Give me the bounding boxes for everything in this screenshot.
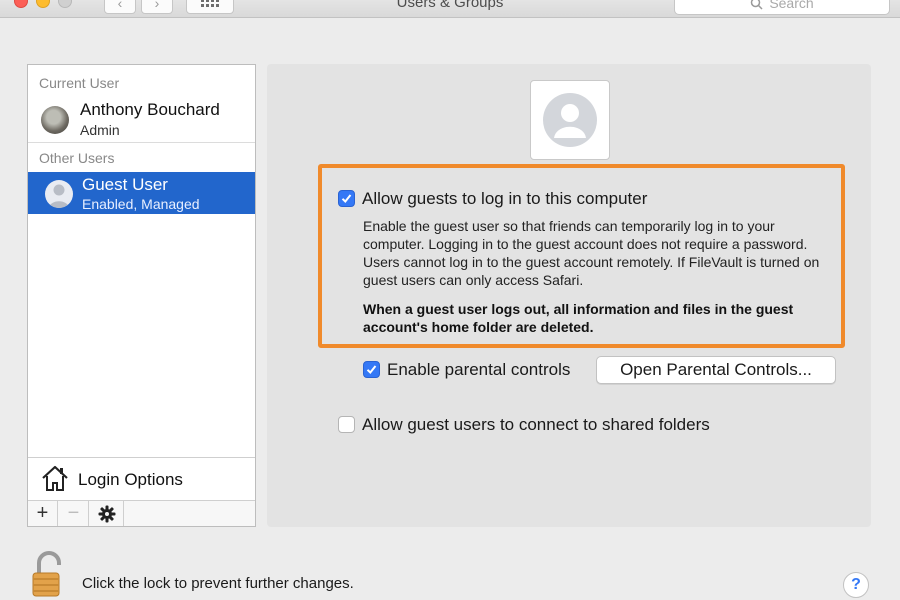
current-user-name: Anthony Bouchard (80, 100, 220, 119)
allow-guests-label[interactable]: Allow guests to log in to this computer (362, 189, 647, 209)
user-row-current[interactable]: Anthony Bouchard Admin (28, 97, 255, 143)
list-actions-bar: + − (28, 500, 255, 526)
user-row-guest[interactable]: Guest User Enabled, Managed (28, 172, 255, 214)
divider (28, 142, 255, 143)
current-user-heading: Current User (39, 75, 120, 91)
house-icon (42, 465, 68, 491)
current-user-role: Admin (80, 122, 120, 138)
window-toolbar: ‹ › Users & Groups Search (0, 0, 900, 18)
shared-folders-checkbox[interactable] (338, 416, 355, 433)
lock-icon[interactable] (31, 551, 71, 598)
guest-avatar-icon (45, 180, 73, 208)
question-mark-icon: ? (851, 576, 861, 593)
gear-icon (98, 505, 115, 522)
checkmark-icon (341, 194, 352, 203)
help-button[interactable]: ? (843, 572, 869, 598)
search-icon (751, 0, 763, 10)
other-users-heading: Other Users (39, 150, 115, 166)
minus-icon: − (67, 502, 80, 524)
search-field[interactable]: Search (674, 0, 890, 15)
guest-warning: When a guest user logs out, all informat… (363, 301, 794, 335)
checkmark-icon (366, 365, 377, 374)
guest-user-status: Enabled, Managed (82, 196, 200, 212)
guest-avatar-icon (543, 93, 597, 147)
guest-user-name: Guest User (82, 175, 168, 194)
guest-description: Enable the guest user so that friends ca… (363, 218, 820, 288)
open-parental-controls-button[interactable]: Open Parental Controls... (596, 356, 836, 384)
add-user-button[interactable]: + (28, 501, 58, 526)
remove-user-button[interactable]: − (59, 501, 89, 526)
lock-message: Click the lock to prevent further change… (82, 575, 354, 592)
shared-folders-label[interactable]: Allow guest users to connect to shared f… (362, 415, 710, 435)
users-list: Current User Anthony Bouchard Admin Othe… (27, 64, 256, 527)
search-placeholder: Search (769, 0, 814, 11)
action-menu-button[interactable] (90, 501, 124, 526)
allow-guests-checkbox[interactable] (338, 190, 355, 207)
login-options-item[interactable]: Login Options (28, 457, 255, 500)
plus-icon: + (36, 502, 49, 524)
parental-controls-checkbox[interactable] (363, 361, 380, 378)
login-options-label: Login Options (78, 470, 183, 489)
parental-controls-label[interactable]: Enable parental controls (387, 360, 570, 380)
user-avatar (41, 106, 69, 134)
guest-picture[interactable] (530, 80, 610, 160)
